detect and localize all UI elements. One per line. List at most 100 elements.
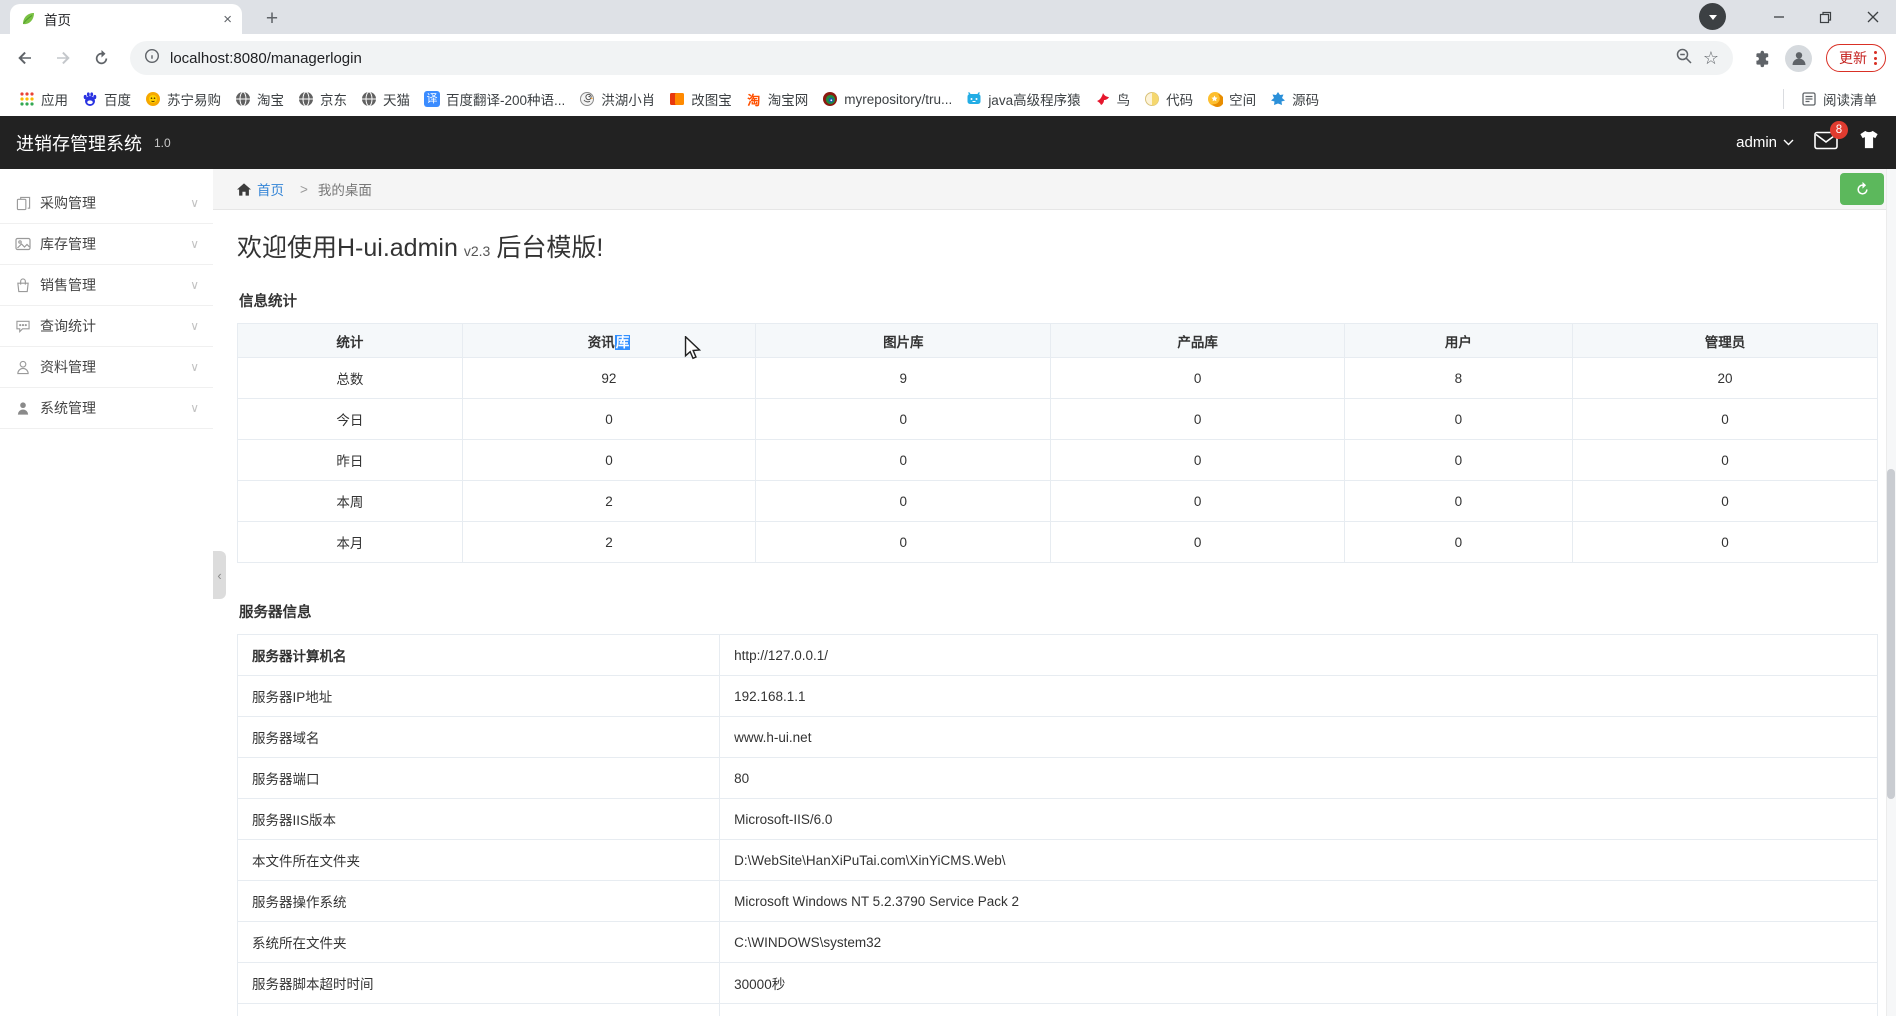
bookmark-taobao-site[interactable]: 淘 淘宝网 bbox=[739, 86, 816, 112]
bookmark-label: myrepository/tru... bbox=[844, 91, 953, 107]
content-area: 首页 > 我的桌面 欢迎使用H-ui.admin v2.3 后台模版! 信息统计 统… bbox=[213, 169, 1896, 1016]
scrollbar-track[interactable] bbox=[1886, 169, 1896, 1016]
shirt-icon bbox=[1860, 130, 1878, 149]
bookmark-jd[interactable]: 京东 bbox=[291, 86, 354, 112]
bookmark-taobao[interactable]: 淘宝 bbox=[228, 86, 291, 112]
table-cell: 0 bbox=[1571, 480, 1879, 522]
globe-icon bbox=[235, 91, 251, 107]
window-minimize-button[interactable] bbox=[1755, 0, 1802, 34]
table-cell: 0 bbox=[1571, 398, 1879, 440]
address-bar[interactable]: localhost:8080/managerlogin ☆ bbox=[130, 41, 1733, 75]
window-close-button[interactable] bbox=[1849, 0, 1896, 34]
user-name: admin bbox=[1736, 134, 1777, 151]
sidebar-item-purchase[interactable]: 采购管理 ∨ bbox=[0, 183, 213, 224]
refresh-page-button[interactable] bbox=[1840, 173, 1884, 205]
table-row bbox=[236, 1003, 1878, 1016]
bookmark-gaitu[interactable]: 改图宝 bbox=[662, 86, 739, 112]
bookmark-fanyi[interactable]: 译 百度翻译-200种语... bbox=[417, 86, 572, 112]
extensions-puzzle-icon[interactable] bbox=[1747, 43, 1777, 73]
bookmark-suning[interactable]: 苏宁易购 bbox=[138, 86, 228, 112]
bookmark-label: java高级程序猿 bbox=[988, 93, 1081, 108]
forward-button[interactable] bbox=[48, 43, 78, 73]
copy-icon bbox=[14, 196, 32, 211]
messages-button[interactable]: 8 bbox=[1814, 120, 1848, 155]
table-cell: 0 bbox=[1050, 357, 1345, 399]
bookmark-code[interactable]: 代码 bbox=[1137, 86, 1200, 112]
sidebar-item-inventory[interactable]: 库存管理 ∨ bbox=[0, 224, 213, 265]
taobao-icon: 淘 bbox=[747, 92, 761, 108]
stats-panel-title: 信息统计 bbox=[239, 294, 297, 310]
bookmark-java[interactable]: java高级程序猿 bbox=[959, 86, 1087, 112]
bookmark-tmall[interactable]: 天猫 bbox=[354, 86, 417, 112]
new-tab-button[interactable]: + bbox=[258, 5, 286, 33]
window-restore-button[interactable] bbox=[1802, 0, 1849, 34]
row-label: 服务器端口 bbox=[236, 757, 721, 799]
media-control-button[interactable] bbox=[1699, 3, 1726, 30]
row-label: 总数 bbox=[237, 357, 463, 399]
table-row: 服务器脚本超时时间 30000秒 bbox=[236, 962, 1878, 1004]
user-menu[interactable]: admin bbox=[1736, 134, 1794, 151]
back-button[interactable] bbox=[10, 43, 40, 73]
breadcrumb-home-link[interactable]: 首页 bbox=[257, 179, 284, 199]
refresh-icon bbox=[1856, 181, 1868, 195]
user-outline-icon bbox=[14, 360, 32, 375]
bookmarks-bar: 应用 百度 苏宁易购 淘宝 京东 天猫 译 百度翻译-200种语... 洪湖小肖… bbox=[0, 82, 1896, 116]
app-version: 1.0 bbox=[154, 135, 171, 150]
sidebar-item-sales[interactable]: 销售管理 ∨ bbox=[0, 265, 213, 306]
bookmark-yuanma[interactable]: 源码 bbox=[1263, 86, 1326, 112]
row-label: 服务器IIS版本 bbox=[236, 798, 721, 840]
row-label: 本月 bbox=[237, 521, 463, 563]
sidebar-item-query[interactable]: 查询统计 ∨ bbox=[0, 306, 213, 347]
bookmark-label: 源码 bbox=[1292, 93, 1320, 108]
bookmark-apps[interactable]: 应用 bbox=[12, 86, 75, 112]
reload-button[interactable] bbox=[86, 43, 116, 73]
bookmark-baidu[interactable]: 百度 bbox=[75, 86, 138, 112]
table-cell: 2 bbox=[461, 480, 757, 522]
sidebar-item-system[interactable]: 系统管理 ∨ bbox=[0, 388, 213, 429]
browser-tab[interactable]: 首页 × bbox=[10, 4, 242, 34]
theme-button[interactable] bbox=[1858, 130, 1880, 155]
bookmark-label: 应用 bbox=[41, 93, 68, 108]
col-admins: 管理员 bbox=[1571, 323, 1879, 358]
home-icon bbox=[237, 182, 251, 196]
row-label: 服务器域名 bbox=[236, 716, 721, 758]
profile-avatar[interactable] bbox=[1785, 44, 1812, 72]
tab-close-icon[interactable]: × bbox=[223, 11, 232, 28]
site-info-icon[interactable] bbox=[144, 48, 160, 68]
row-label: 服务器IP地址 bbox=[236, 675, 721, 717]
table-cell: 0 bbox=[1050, 521, 1345, 563]
reading-list-label: 阅读清单 bbox=[1823, 93, 1877, 108]
browser-menu-icon[interactable] bbox=[1874, 51, 1877, 65]
bookmark-myrepository[interactable]: myrepository/tru... bbox=[815, 88, 959, 110]
mail-badge: 8 bbox=[1830, 120, 1848, 139]
chrome-update-button[interactable]: 更新 bbox=[1826, 44, 1886, 72]
sidebar-item-label: 资料管理 bbox=[40, 359, 96, 375]
zoom-out-icon[interactable] bbox=[1675, 47, 1693, 69]
table-row: 服务器IP地址 192.168.1.1 bbox=[236, 675, 1878, 717]
bookmark-label: 鸟 bbox=[1116, 93, 1131, 108]
bookmark-star-icon[interactable]: ☆ bbox=[1703, 48, 1719, 69]
sidebar: 采购管理 ∨ 库存管理 ∨ 销售管理 ∨ 查询统计 ∨ 资料管理 ∨ 系统管理 … bbox=[0, 169, 213, 1016]
table-cell: http://127.0.0.1/ bbox=[719, 634, 1878, 676]
bookmark-bird[interactable]: 鸟 bbox=[1088, 86, 1138, 112]
table-cell: 30000秒 bbox=[719, 962, 1878, 1004]
table-cell: 0 bbox=[1343, 398, 1573, 440]
chevron-down-icon: ∨ bbox=[190, 237, 199, 251]
bookmark-honghu[interactable]: 洪湖小肖 bbox=[572, 86, 662, 112]
table-row: 服务器端口 80 bbox=[236, 757, 1878, 799]
breadcrumb-separator: > bbox=[300, 181, 308, 197]
mouse-cursor bbox=[684, 336, 702, 360]
globe-icon bbox=[298, 91, 314, 107]
reading-list-button[interactable]: 阅读清单 bbox=[1794, 86, 1884, 112]
row-label bbox=[236, 1003, 721, 1016]
leaf-favicon-icon bbox=[20, 11, 36, 27]
chevron-down-icon: ∨ bbox=[190, 401, 199, 415]
tv-icon bbox=[966, 91, 982, 107]
sidebar-item-data[interactable]: 资料管理 ∨ bbox=[0, 347, 213, 388]
row-label: 系统所在文件夹 bbox=[236, 921, 721, 963]
sidebar-collapse-handle[interactable]: ‹ bbox=[213, 551, 226, 599]
scrollbar-thumb[interactable] bbox=[1887, 469, 1895, 799]
comment-icon bbox=[14, 319, 32, 333]
col-images: 图片库 bbox=[755, 323, 1052, 358]
bookmark-qzone[interactable]: 空间 bbox=[1200, 86, 1263, 112]
